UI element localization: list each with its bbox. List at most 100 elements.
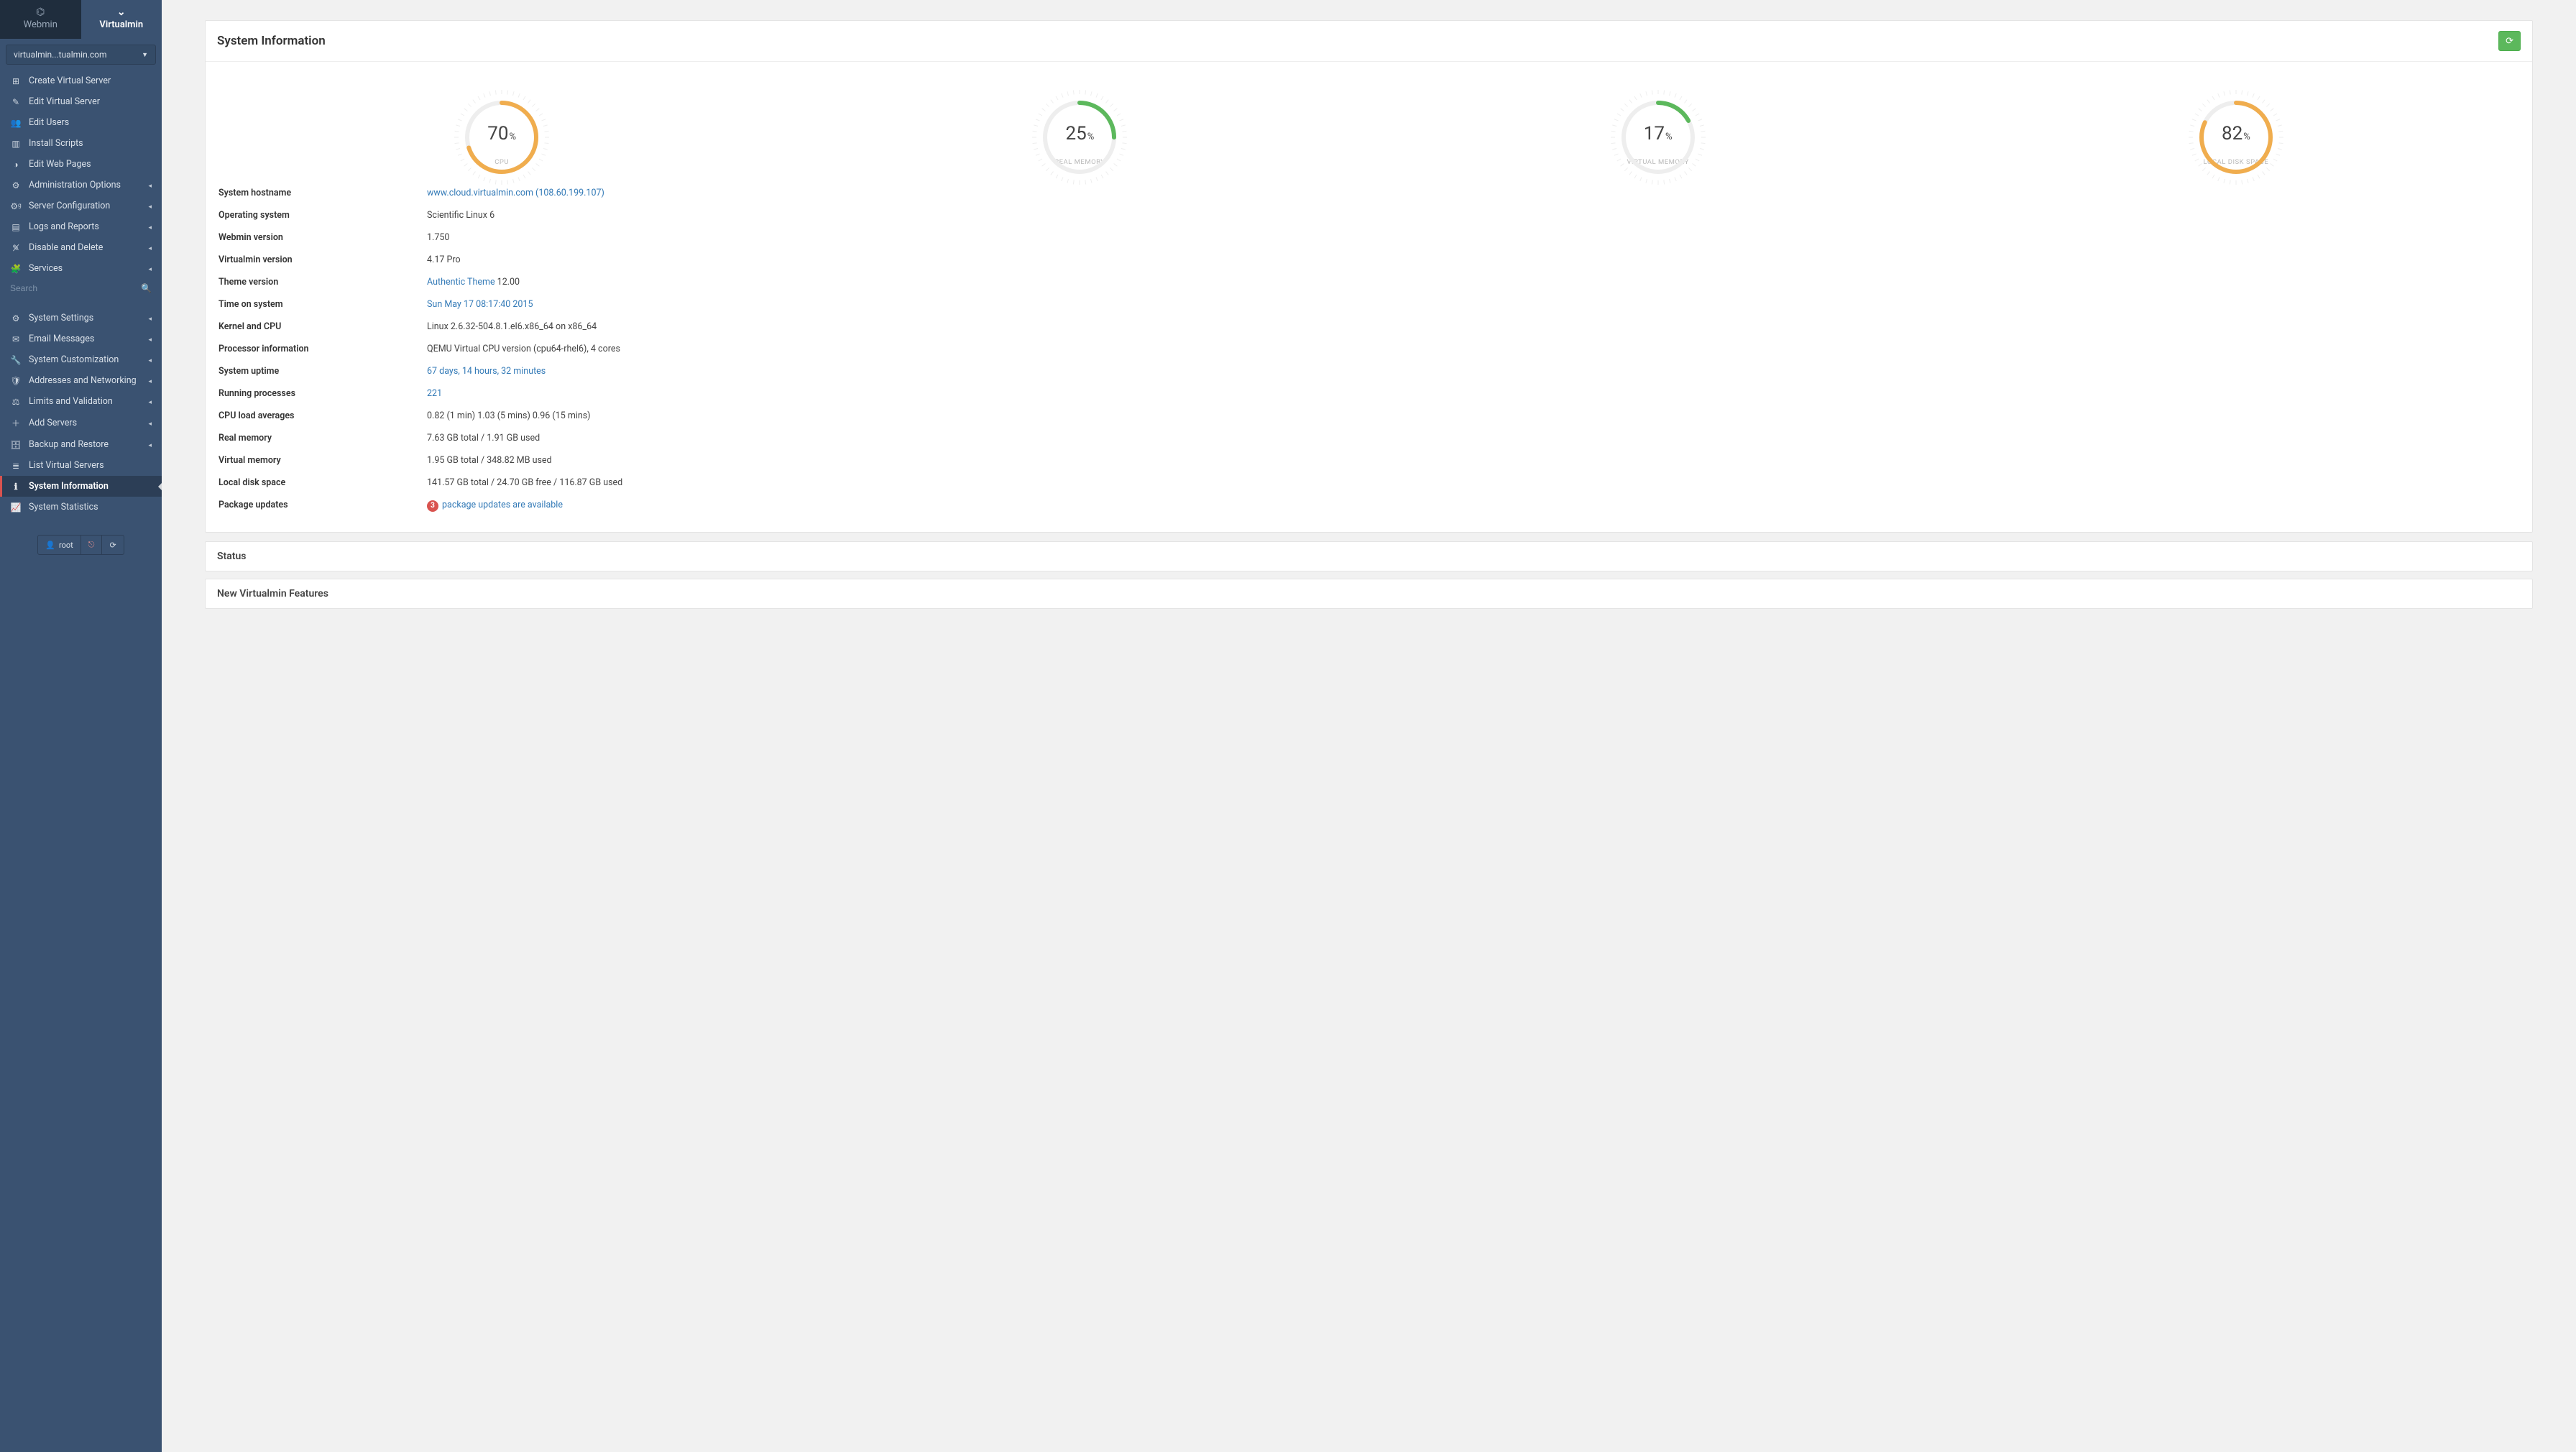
info-link[interactable]: 67 days, 14 hours, 32 minutes	[427, 366, 546, 377]
chevron-left-icon: ◂	[148, 224, 152, 231]
nav-item-system-settings[interactable]: ⚙ System Settings ◂	[0, 308, 162, 328]
nav-label: System Settings	[29, 313, 93, 323]
chevron-left-icon: ◂	[148, 442, 152, 449]
chevron-down-icon: ▼	[142, 51, 148, 59]
collapsed-panel-new-virtualmin-features[interactable]: New Virtualmin Features	[205, 579, 2533, 609]
nav-item-add-servers[interactable]: ＋Add Servers◂	[0, 412, 162, 434]
nav-item-create-virtual-server[interactable]: ⊞Create Virtual Server	[0, 70, 162, 91]
info-link[interactable]: 221	[427, 388, 442, 399]
nav-icon: ▤	[10, 222, 22, 232]
info-key: Processor information	[218, 344, 427, 354]
info-row: Processor informationQEMU Virtual CPU ve…	[218, 338, 2519, 360]
nav-icon: ℹ	[10, 482, 22, 492]
gauge-row: 70% CPU 25% REAL MEMORY 17% VIRTUAL MEMO…	[206, 62, 2532, 178]
nav-label: Administration Options	[29, 180, 121, 190]
chevron-left-icon: ◂	[148, 336, 152, 344]
nav-label: Addresses and Networking	[29, 375, 137, 386]
search-icon[interactable]: 🔍	[141, 283, 152, 293]
info-row: Package updates3package updates are avai…	[218, 494, 2519, 518]
user-icon: 👤	[45, 541, 55, 550]
info-row: Real memory7.63 GB total / 1.91 GB used	[218, 427, 2519, 449]
nav-icon: ＋	[10, 417, 22, 429]
nav-label: Edit Virtual Server	[29, 96, 100, 107]
panel-header: System Information ⟳	[206, 21, 2532, 62]
nav-label: System Statistics	[29, 502, 98, 513]
nav-item-email-messages[interactable]: ✉Email Messages◂	[0, 328, 162, 349]
nav-item-system-information[interactable]: ℹ System Information	[0, 476, 162, 497]
nav-icon: 🗄	[10, 440, 22, 450]
nav-icon: ✎	[10, 97, 22, 107]
nav-icon: ◑	[10, 160, 22, 170]
info-row: Webmin version1.750	[218, 226, 2519, 249]
nav-icon: 👥	[10, 118, 22, 128]
refresh-sidebar-button[interactable]: ⟳	[102, 536, 123, 554]
nav-label: Disable and Delete	[29, 242, 103, 253]
info-value: 0.82 (1 min) 1.03 (5 mins) 0.96 (15 mins…	[427, 410, 591, 421]
chevron-left-icon: ◂	[148, 266, 152, 273]
info-row: Running processes221	[218, 382, 2519, 405]
nav-icon: ⚙	[10, 313, 22, 323]
nav-label: Install Scripts	[29, 138, 83, 149]
system-info-list: System hostnamewww.cloud.virtualmin.com …	[206, 178, 2532, 532]
collapsed-panel-status[interactable]: Status	[205, 541, 2533, 571]
tab-webmin[interactable]: ⌬ Webmin	[0, 0, 81, 39]
nav-item-backup-and-restore[interactable]: 🗄 Backup and Restore ◂	[0, 434, 162, 455]
gauge-cpu: 70% CPU	[441, 76, 563, 166]
nav-item-install-scripts[interactable]: ▥Install Scripts	[0, 133, 162, 154]
info-row: Kernel and CPULinux 2.6.32-504.8.1.el6.x…	[218, 316, 2519, 338]
tab-virtualmin[interactable]: ⌄ Virtualmin	[81, 0, 162, 39]
info-row: Theme versionAuthentic Theme 12.00	[218, 271, 2519, 293]
current-user[interactable]: 👤 root	[38, 536, 80, 554]
search-input[interactable]	[10, 283, 141, 293]
nav-item-logs-and-reports[interactable]: ▤Logs and Reports◂	[0, 216, 162, 237]
nav-item-disable-and-delete[interactable]: ✎̸Disable and Delete◂	[0, 237, 162, 258]
nav-label: System Information	[29, 481, 109, 492]
info-row: System hostnamewww.cloud.virtualmin.com …	[218, 182, 2519, 204]
info-key: Virtualmin version	[218, 254, 427, 265]
nav-icon: 🧩	[10, 264, 22, 274]
info-value: 3package updates are available	[427, 500, 563, 512]
info-key: Kernel and CPU	[218, 321, 427, 332]
chevron-left-icon: ◂	[148, 316, 152, 323]
info-link[interactable]: Sun May 17 08:17:40 2015	[427, 299, 533, 310]
nav-item-limits-and-validation[interactable]: ⚖Limits and Validation◂	[0, 391, 162, 412]
sidebar-search: 🔍	[0, 279, 162, 298]
nav-item-edit-users[interactable]: 👥 Edit Users	[0, 112, 162, 133]
nav-item-server-configuration[interactable]: ⚙ᵍServer Configuration◂	[0, 196, 162, 216]
nav-item-system-statistics[interactable]: 📈System Statistics	[0, 497, 162, 518]
domain-selector[interactable]: virtualmin...tualmin.com ▼	[6, 45, 156, 65]
info-row: CPU load averages0.82 (1 min) 1.03 (5 mi…	[218, 405, 2519, 427]
nav-label: Server Configuration	[29, 201, 110, 211]
nav-icon: ✉	[10, 334, 22, 344]
logout-icon: ⎋	[88, 540, 95, 550]
gauge-value: 17%	[1597, 123, 1719, 144]
nav-item-list-virtual-servers[interactable]: ≣List Virtual Servers	[0, 455, 162, 476]
nav-icon: ⚖	[10, 397, 22, 407]
nav-label: Services	[29, 263, 63, 274]
gauge-value: 82%	[2175, 123, 2297, 144]
info-value: Linux 2.6.32-504.8.1.el6.x86_64 on x86_6…	[427, 321, 597, 332]
page-title: System Information	[217, 34, 326, 48]
nav-item-administration-options[interactable]: ⚙Administration Options◂	[0, 175, 162, 196]
info-link[interactable]: Authentic Theme	[427, 277, 495, 288]
chevron-left-icon: ◂	[148, 203, 152, 211]
logout-button[interactable]: ⎋	[81, 536, 103, 554]
info-key: Webmin version	[218, 232, 427, 243]
nav-label: Edit Users	[29, 117, 69, 128]
info-key: Local disk space	[218, 477, 427, 488]
refresh-button[interactable]: ⟳	[2498, 31, 2521, 51]
nav-item-services[interactable]: 🧩 Services ◂	[0, 258, 162, 279]
nav-label: System Customization	[29, 354, 119, 365]
info-value: 141.57 GB total / 24.70 GB free / 116.87…	[427, 477, 622, 488]
nav-icon: ✎̸	[10, 243, 22, 253]
info-value: Authentic Theme 12.00	[427, 277, 520, 288]
info-value: 1.750	[427, 232, 449, 243]
nav-item-system-customization[interactable]: 🔧System Customization◂	[0, 349, 162, 370]
nav-item-addresses-and-networking[interactable]: 🛡Addresses and Networking◂	[0, 370, 162, 391]
nav-item-edit-web-pages[interactable]: ◑Edit Web Pages	[0, 154, 162, 175]
info-link[interactable]: package updates are available	[442, 500, 563, 510]
nav-label: Backup and Restore	[29, 439, 109, 450]
current-user-name: root	[59, 541, 73, 550]
info-key: Virtual memory	[218, 455, 427, 466]
nav-item-edit-virtual-server[interactable]: ✎ Edit Virtual Server	[0, 91, 162, 112]
